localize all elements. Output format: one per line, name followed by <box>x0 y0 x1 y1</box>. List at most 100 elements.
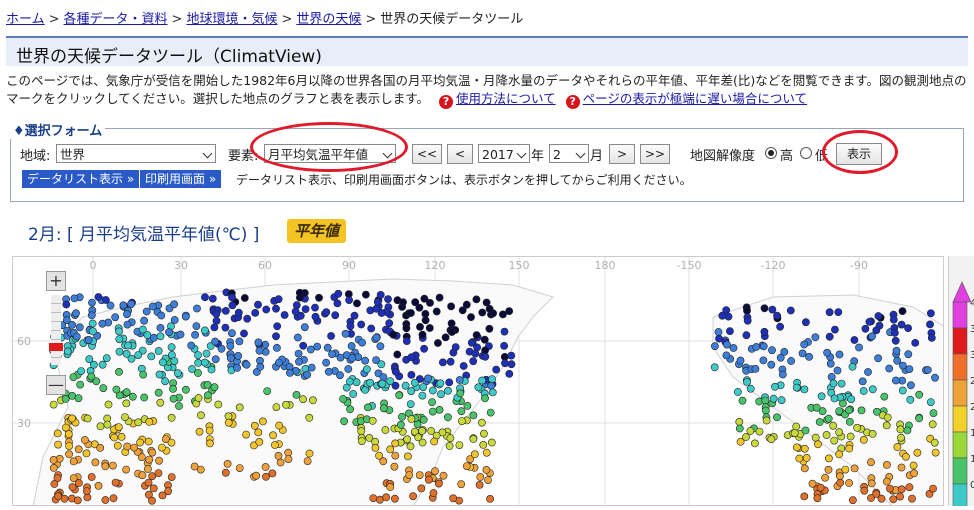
station-marker[interactable] <box>813 494 822 503</box>
station-marker[interactable] <box>155 370 164 379</box>
station-marker[interactable] <box>54 440 62 449</box>
station-marker[interactable] <box>428 398 436 406</box>
station-marker[interactable] <box>424 374 432 383</box>
station-marker[interactable] <box>923 366 932 374</box>
station-marker[interactable] <box>145 417 154 426</box>
station-marker[interactable] <box>68 414 76 423</box>
station-marker[interactable] <box>340 417 348 426</box>
station-marker[interactable] <box>65 442 74 450</box>
station-marker[interactable] <box>122 399 131 408</box>
station-marker[interactable] <box>393 350 402 359</box>
station-marker[interactable] <box>802 318 810 327</box>
station-marker[interactable] <box>927 334 936 342</box>
station-marker[interactable] <box>857 406 866 415</box>
station-marker[interactable] <box>270 441 279 449</box>
station-marker[interactable] <box>211 355 220 364</box>
station-marker[interactable] <box>103 420 112 429</box>
station-marker[interactable] <box>734 388 742 396</box>
station-marker[interactable] <box>398 412 406 421</box>
station-marker[interactable] <box>760 327 769 336</box>
station-marker[interactable] <box>846 432 855 441</box>
station-marker[interactable] <box>121 413 129 421</box>
station-marker[interactable] <box>72 332 81 341</box>
station-marker[interactable] <box>447 328 456 336</box>
station-marker[interactable] <box>484 476 492 484</box>
station-marker[interactable] <box>156 332 165 341</box>
station-marker[interactable] <box>228 301 237 310</box>
station-marker[interactable] <box>437 390 445 399</box>
station-marker[interactable] <box>431 467 439 476</box>
station-marker[interactable] <box>424 475 433 484</box>
station-marker[interactable] <box>389 330 398 339</box>
station-marker[interactable] <box>170 357 179 365</box>
station-marker[interactable] <box>417 484 426 493</box>
station-marker[interactable] <box>793 443 801 452</box>
station-marker[interactable] <box>902 452 910 461</box>
station-marker[interactable] <box>122 465 130 474</box>
station-marker[interactable] <box>443 413 452 422</box>
station-marker[interactable] <box>242 360 251 369</box>
station-marker[interactable] <box>743 378 751 386</box>
station-marker[interactable] <box>65 450 73 459</box>
station-marker[interactable] <box>821 473 829 482</box>
station-marker[interactable] <box>200 326 209 335</box>
station-marker[interactable] <box>853 423 861 432</box>
station-marker[interactable] <box>130 443 138 452</box>
station-marker[interactable] <box>102 296 110 304</box>
station-marker[interactable] <box>205 426 214 435</box>
station-marker[interactable] <box>358 338 366 347</box>
station-marker[interactable] <box>212 310 221 318</box>
station-marker[interactable] <box>69 373 78 381</box>
station-marker[interactable] <box>446 357 455 366</box>
station-marker[interactable] <box>254 338 263 347</box>
station-marker[interactable] <box>911 339 920 347</box>
station-marker[interactable] <box>255 437 264 446</box>
station-marker[interactable] <box>889 495 898 504</box>
station-marker[interactable] <box>896 492 904 501</box>
station-marker[interactable] <box>305 449 314 458</box>
station-marker[interactable] <box>372 356 380 364</box>
station-marker[interactable] <box>346 322 355 331</box>
breadcrumb-data[interactable]: 各種データ・資料 <box>64 12 168 27</box>
station-marker[interactable] <box>211 337 219 346</box>
station-marker[interactable] <box>482 298 491 307</box>
station-marker[interactable] <box>262 305 271 314</box>
station-marker[interactable] <box>850 336 859 344</box>
station-marker[interactable] <box>235 464 244 472</box>
station-marker[interactable] <box>472 331 481 339</box>
station-marker[interactable] <box>82 487 91 495</box>
station-marker[interactable] <box>850 464 859 473</box>
station-marker[interactable] <box>243 314 252 323</box>
station-marker[interactable] <box>145 455 154 464</box>
station-marker[interactable] <box>161 435 170 443</box>
station-marker[interactable] <box>475 480 484 489</box>
station-marker[interactable] <box>194 351 202 359</box>
station-marker[interactable] <box>134 351 143 359</box>
station-marker[interactable] <box>390 462 399 471</box>
station-marker[interactable] <box>191 331 199 339</box>
station-marker[interactable] <box>773 311 781 320</box>
station-marker[interactable] <box>84 336 93 344</box>
station-marker[interactable] <box>194 359 203 367</box>
station-marker[interactable] <box>928 420 937 429</box>
station-marker[interactable] <box>210 323 219 332</box>
station-marker[interactable] <box>430 437 439 446</box>
station-marker[interactable] <box>63 347 72 356</box>
station-marker[interactable] <box>346 405 354 414</box>
station-marker[interactable] <box>75 323 84 332</box>
station-marker[interactable] <box>428 407 437 416</box>
station-marker[interactable] <box>311 312 320 321</box>
station-marker[interactable] <box>471 349 480 358</box>
station-marker[interactable] <box>282 400 290 409</box>
station-marker[interactable] <box>322 308 331 316</box>
station-marker[interactable] <box>391 451 400 460</box>
station-marker[interactable] <box>435 405 444 414</box>
station-marker[interactable] <box>376 342 385 351</box>
station-marker[interactable] <box>114 423 123 431</box>
station-marker[interactable] <box>305 413 314 422</box>
station-marker[interactable] <box>478 376 486 385</box>
station-marker[interactable] <box>234 352 242 360</box>
station-marker[interactable] <box>367 324 376 333</box>
station-marker[interactable] <box>214 400 223 409</box>
station-marker[interactable] <box>469 434 478 443</box>
